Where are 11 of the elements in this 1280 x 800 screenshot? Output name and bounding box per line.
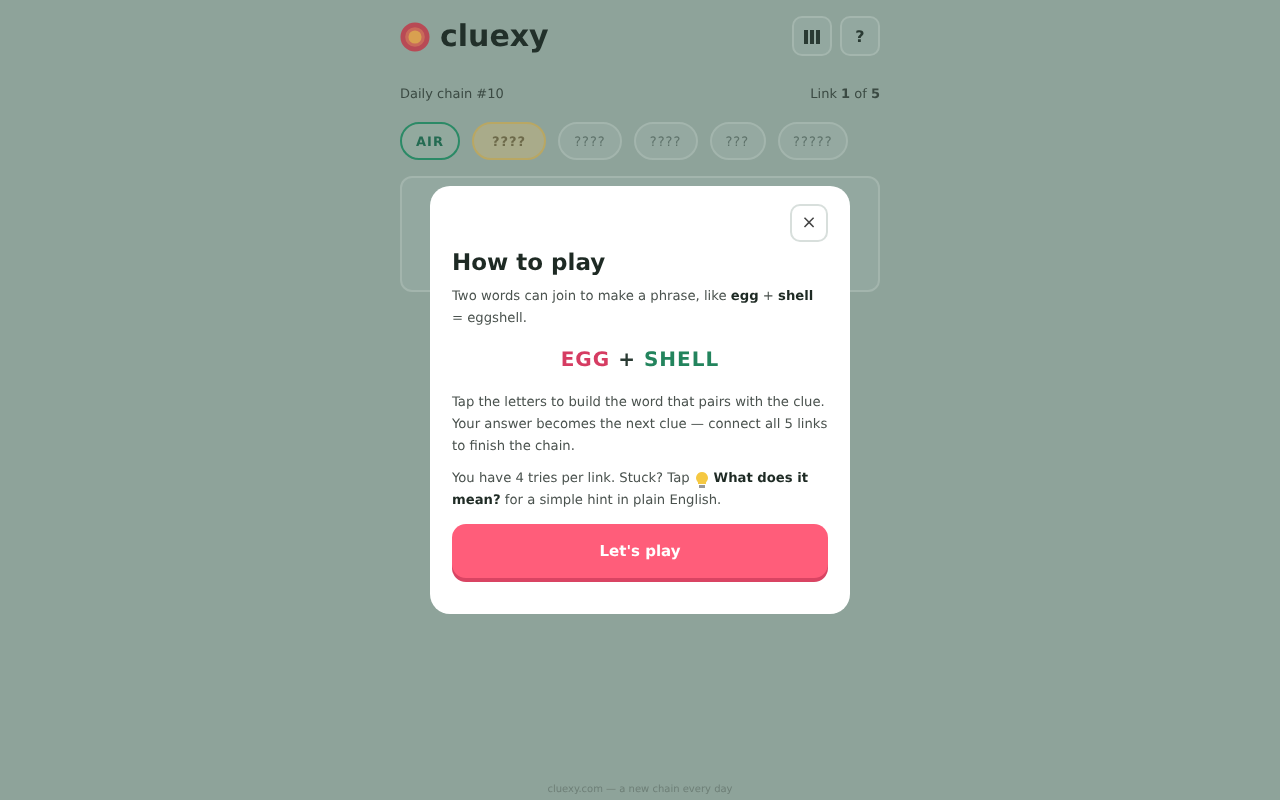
- example-word: SHELL: [643, 350, 720, 372]
- help-button[interactable]: ?: [840, 16, 880, 56]
- logo-text: cluexy: [440, 18, 549, 54]
- lightbulb-icon: [695, 471, 708, 487]
- close-button[interactable]: ×: [790, 204, 828, 242]
- example-word: EGG: [560, 350, 611, 372]
- plus-sign: +: [618, 350, 636, 372]
- bar-chart-icon: [804, 29, 820, 43]
- dialog-title: How to play: [452, 248, 608, 276]
- logo-icon: [400, 21, 430, 51]
- stats-button[interactable]: [792, 16, 832, 56]
